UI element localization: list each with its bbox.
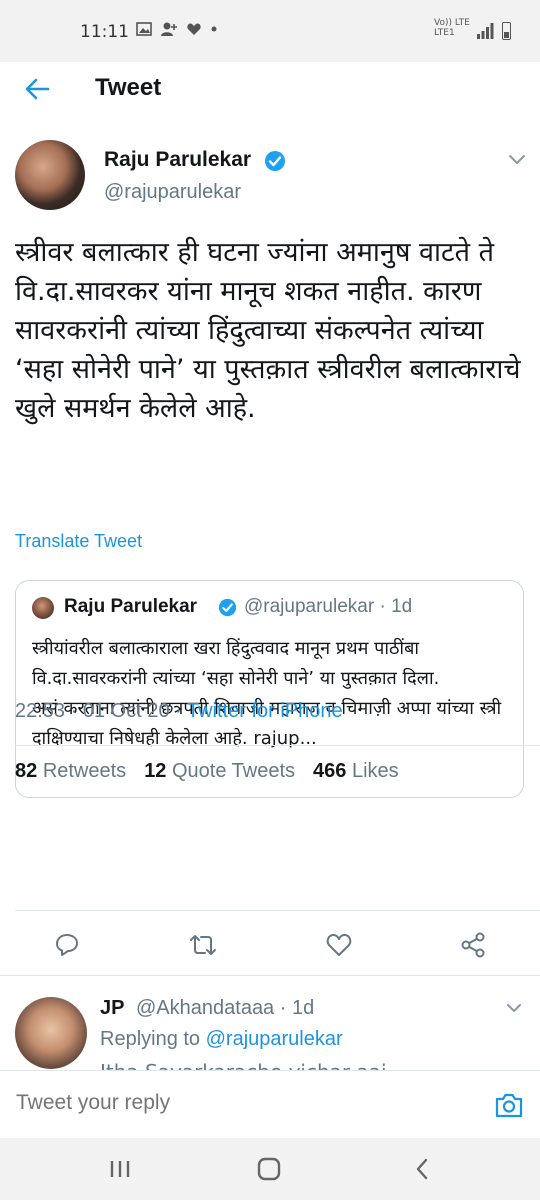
dot-icon (211, 26, 217, 32)
page-title: Tweet (95, 74, 162, 101)
retweets-stat[interactable]: 82 Retweets (15, 760, 126, 783)
tweet-time: 22:53 (15, 700, 66, 722)
system-navigation-bar (0, 1138, 540, 1200)
quote-tweets-label: Quote Tweets (172, 760, 296, 782)
tweet-date: 01 Oct 20 (82, 700, 170, 722)
replying-to-handle[interactable]: @rajuparulekar (206, 1028, 343, 1050)
quote-author-handle: @rajuparulekar (244, 596, 375, 617)
chevron-down-icon[interactable] (506, 1003, 522, 1014)
retweets-count: 82 (15, 760, 38, 782)
reply-avatar[interactable] (15, 997, 87, 1069)
status-time: 11:11 (80, 22, 129, 42)
likes-label: Likes (351, 760, 399, 782)
quote-author-meta: @rajuparulekar · 1d (244, 596, 413, 617)
battery-icon (502, 22, 511, 40)
retweets-label: Retweets (42, 760, 127, 782)
share-icon[interactable] (458, 930, 488, 960)
heart-icon (187, 23, 201, 35)
likes-stat[interactable]: 466 Likes (313, 760, 399, 783)
translate-tweet-link[interactable]: Translate Tweet (15, 531, 142, 552)
verified-badge-icon (265, 151, 285, 171)
quote-avatar (32, 597, 54, 619)
likes-count: 466 (313, 760, 347, 782)
signal-icon (477, 23, 494, 39)
back-nav-icon[interactable] (410, 1156, 436, 1182)
status-bar: 11:11 Vo)) LTE LTE1 (0, 0, 540, 62)
reply-author-handle: @Akhandataaa (136, 997, 275, 1019)
top-app-bar: Tweet (0, 62, 540, 118)
network-labels: Vo)) LTE LTE1 (434, 18, 470, 38)
status-notification-icons (136, 21, 218, 37)
quote-tweets-stat[interactable]: 12 Quote Tweets (144, 760, 295, 783)
reply-author-meta: @Akhandataaa · 1d (136, 997, 315, 1019)
replying-to-label: Replying to (100, 1028, 201, 1050)
reply-input[interactable] (16, 1091, 456, 1115)
verified-badge-icon (218, 598, 237, 617)
author-handle[interactable]: @rajuparulekar (104, 181, 241, 204)
recent-apps-icon[interactable] (107, 1156, 133, 1182)
divider (0, 975, 540, 976)
network-label-bottom: LTE1 (434, 28, 455, 38)
reply-author-name: JP (100, 997, 125, 1019)
retweet-icon[interactable] (188, 930, 218, 960)
tweet-stats: 82 Retweets 12 Quote Tweets 466 Likes (15, 760, 417, 783)
quote-tweets-count: 12 (144, 760, 167, 782)
quote-text-paragraph-1: स्त्रीयांवरील बलात्काराला खरा हिंदुत्ववा… (32, 638, 440, 689)
quote-author-name: Raju Parulekar (64, 596, 198, 617)
reply-icon[interactable] (52, 930, 82, 960)
tweet-source-link[interactable]: Twitter for iPhone (187, 700, 343, 722)
arrow-left-icon[interactable] (22, 74, 52, 104)
divider (15, 745, 540, 746)
reply-age: 1d (291, 997, 315, 1019)
quote-age: 1d (391, 596, 413, 617)
camera-icon[interactable] (494, 1091, 524, 1119)
divider (15, 910, 540, 911)
chevron-down-icon[interactable] (508, 154, 526, 166)
avatar[interactable] (15, 140, 85, 210)
like-icon[interactable] (324, 930, 354, 960)
home-icon[interactable] (256, 1156, 282, 1182)
person-add-icon (161, 22, 177, 36)
image-icon (136, 22, 152, 36)
tweet-text: स्त्रीवर बलात्कार ही घटना ज्यांना अमानुष… (15, 237, 521, 424)
network-label-top: Vo)) LTE (434, 18, 470, 28)
reply-composer (0, 1070, 540, 1138)
tweet-meta: 22:53 · 01 Oct 20 · Twitter for iPhone (15, 700, 343, 722)
replying-to: Replying to @rajuparulekar (100, 1028, 343, 1051)
author-name[interactable]: Raju Parulekar (104, 148, 251, 172)
